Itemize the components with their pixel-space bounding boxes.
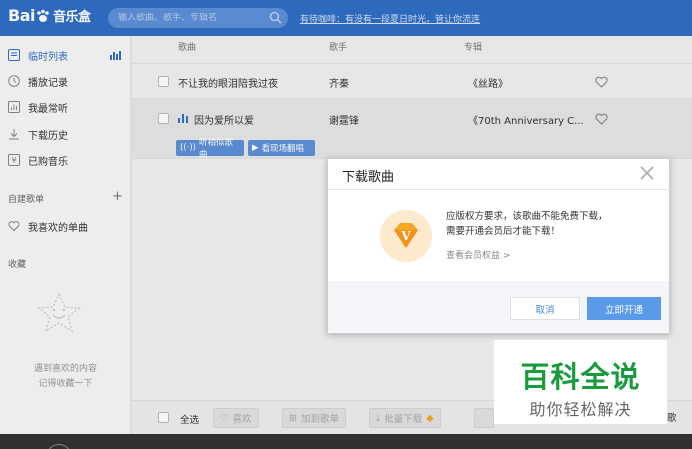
view-vip-benefits-link[interactable]: 查看会员权益 > bbox=[446, 248, 510, 261]
watermark-title: 百科全说 bbox=[520, 360, 641, 394]
dialog-message-line1: 应版权方要求，该歌曲不能免费下载， bbox=[446, 211, 608, 222]
watermark-subtitle: 助你轻松解决 bbox=[529, 400, 632, 419]
dialog-message-line2: 需要开通会员后才能下载！ bbox=[446, 226, 561, 237]
toolbar-peek-text: 歌 bbox=[667, 413, 677, 424]
dialog-message: 应版权方要求，该歌曲不能免费下载， 需要开通会员后才能下载！ bbox=[446, 209, 646, 239]
dialog-title: 下载歌曲 bbox=[342, 170, 395, 185]
watermark: 百科全说 助你轻松解决 bbox=[494, 340, 667, 424]
dialog-divider bbox=[328, 189, 671, 190]
vip-badge: V bbox=[380, 210, 432, 262]
dialog-footer: 取消 立即开通 bbox=[328, 281, 669, 333]
download-dialog: 下载歌曲 V 应版权方要求，该歌曲不能免费下载， 需要开通会员后才能下载！ 查看… bbox=[327, 158, 671, 334]
svg-text:V: V bbox=[400, 229, 411, 243]
close-icon[interactable] bbox=[638, 164, 656, 182]
cancel-button[interactable]: 取消 bbox=[510, 297, 580, 320]
vip-diamond-icon: V bbox=[394, 223, 418, 248]
open-vip-button[interactable]: 立即开通 bbox=[587, 297, 661, 320]
